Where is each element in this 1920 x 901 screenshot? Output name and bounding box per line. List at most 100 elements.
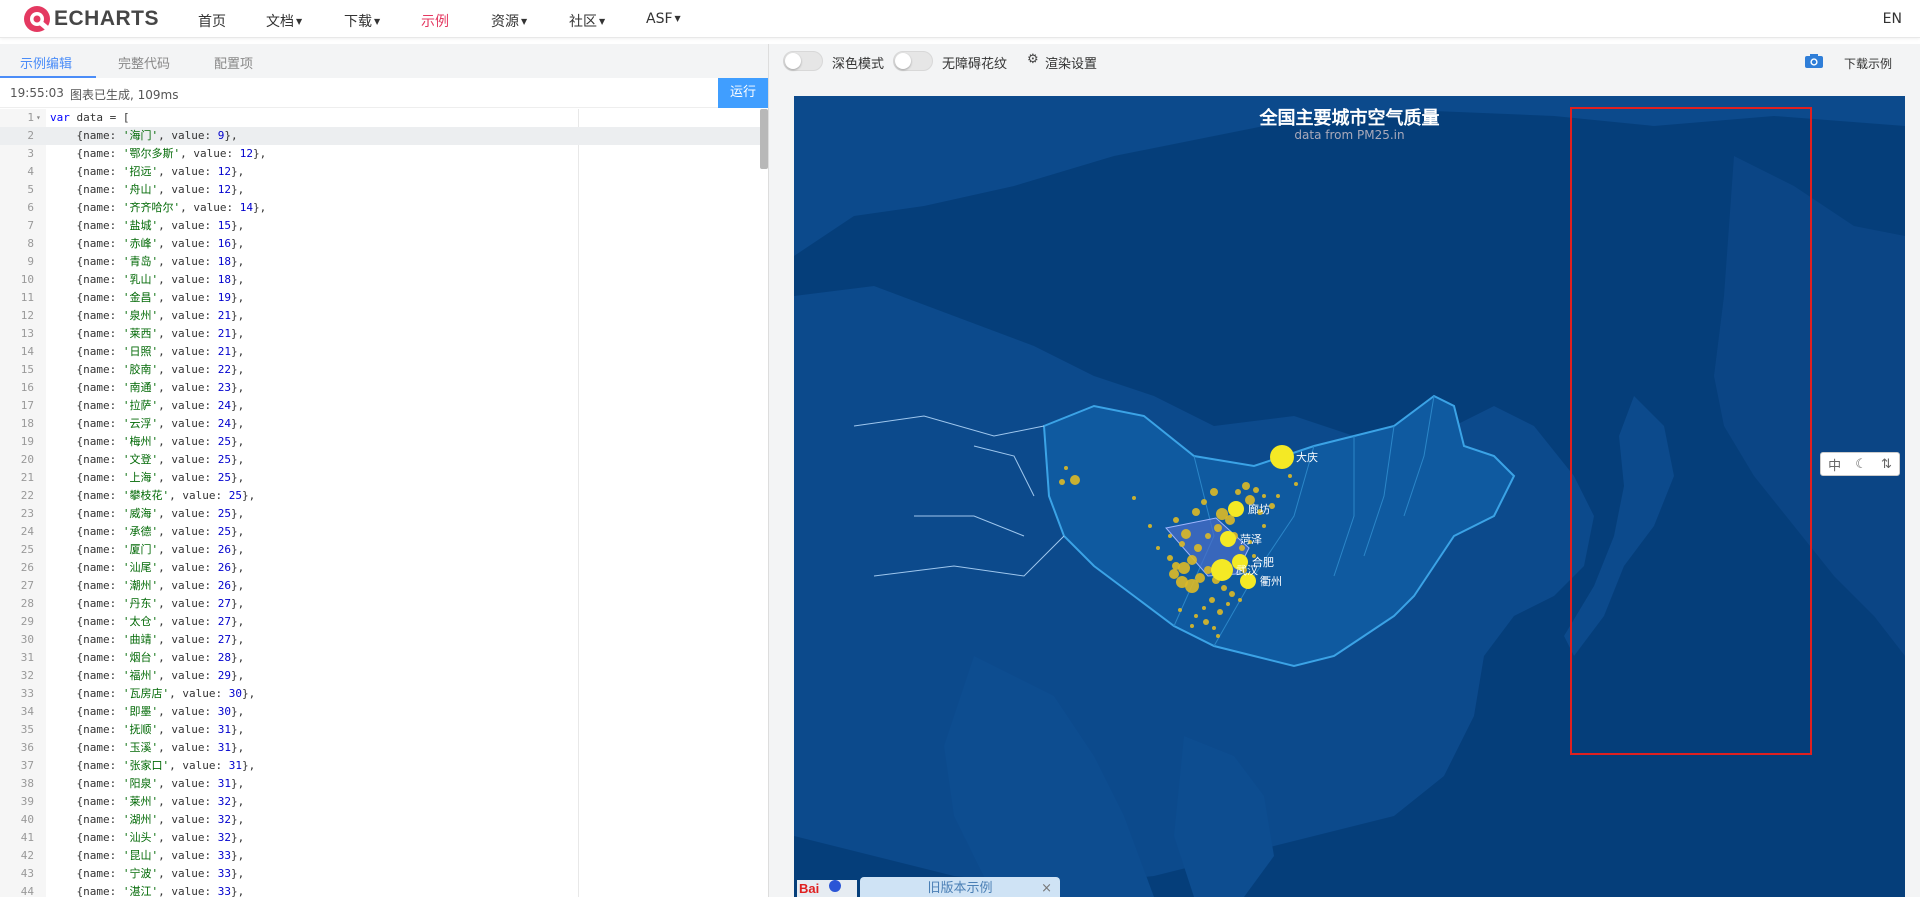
code-line[interactable]: 44 {name: '湛江', value: 33},: [0, 883, 760, 897]
fold-icon[interactable]: ▾: [36, 109, 41, 127]
scatter-point[interactable]: [1201, 499, 1207, 505]
code-line[interactable]: 25 {name: '厦门', value: 26},: [0, 541, 760, 559]
scatter-point[interactable]: [1203, 619, 1209, 625]
code-line[interactable]: 4 {name: '招远', value: 12},: [0, 163, 760, 181]
tab-options[interactable]: 配置项: [214, 53, 253, 72]
code-line[interactable]: 36 {name: '玉溪', value: 31},: [0, 739, 760, 757]
code-line[interactable]: 20 {name: '文登', value: 25},: [0, 451, 760, 469]
code-line[interactable]: 27 {name: '潮州', value: 26},: [0, 577, 760, 595]
scatter-point[interactable]: [1288, 474, 1292, 478]
code-line[interactable]: 14 {name: '日照', value: 21},: [0, 343, 760, 361]
scatter-point[interactable]: [1178, 608, 1182, 612]
scatter-point[interactable]: [1194, 614, 1198, 618]
scatter-point[interactable]: [1169, 569, 1179, 579]
code-line[interactable]: 2 {name: '海门', value: 9},: [0, 127, 760, 145]
scatter-point[interactable]: [1167, 555, 1173, 561]
scatter-point[interactable]: [1226, 602, 1230, 606]
scatter-point[interactable]: [1194, 544, 1202, 552]
language-switch[interactable]: EN: [1883, 11, 1902, 27]
code-line[interactable]: 5 {name: '舟山', value: 12},: [0, 181, 760, 199]
tab-example-edit[interactable]: 示例编辑: [20, 53, 72, 72]
code-line[interactable]: 1 ▾ var data = [: [0, 109, 760, 127]
scatter-point[interactable]: [1192, 508, 1200, 516]
scatter-point[interactable]: [1235, 489, 1241, 495]
scatter-point[interactable]: [1276, 494, 1280, 498]
code-line[interactable]: 40 {name: '湖州', value: 32},: [0, 811, 760, 829]
scatter-point[interactable]: [1148, 524, 1152, 528]
code-line[interactable]: 9 {name: '青岛', value: 18},: [0, 253, 760, 271]
code-line[interactable]: 28 {name: '丹东', value: 27},: [0, 595, 760, 613]
scatter-point[interactable]: [1216, 634, 1220, 638]
scatter-point[interactable]: [1156, 546, 1160, 550]
old-version-banner[interactable]: 旧版本示例 ×: [860, 877, 1060, 897]
code-line[interactable]: 11 {name: '金昌', value: 19},: [0, 289, 760, 307]
scatter-point[interactable]: [1294, 482, 1298, 486]
scatter-point[interactable]: [1187, 555, 1197, 565]
scatter-point[interactable]: [1221, 585, 1227, 591]
map-ctrl-city[interactable]: 中: [1828, 455, 1841, 474]
editor-scrollbar[interactable]: [760, 109, 768, 169]
map-ctrl-moon-icon[interactable]: ☾: [1855, 457, 1867, 472]
code-line[interactable]: 3 {name: '鄂尔多斯', value: 12},: [0, 145, 760, 163]
scatter-point[interactable]: [1242, 482, 1250, 490]
nav-item-1[interactable]: 文档 ▼: [266, 11, 302, 31]
dark-mode-toggle[interactable]: [783, 51, 823, 71]
nav-item-0[interactable]: 首页: [198, 11, 226, 31]
code-line[interactable]: 42 {name: '昆山', value: 33},: [0, 847, 760, 865]
scatter-point[interactable]: [1168, 534, 1172, 538]
code-line[interactable]: 31 {name: '烟台', value: 28},: [0, 649, 760, 667]
scatter-point[interactable]: [1253, 487, 1259, 493]
scatter-point[interactable]: [1205, 533, 1211, 539]
code-line[interactable]: 13 {name: '莱西', value: 21},: [0, 325, 760, 343]
code-line[interactable]: 41 {name: '汕头', value: 32},: [0, 829, 760, 847]
scatter-point[interactable]: [1059, 479, 1065, 485]
code-line[interactable]: 37 {name: '张家口', value: 31},: [0, 757, 760, 775]
scatter-point[interactable]: [1172, 562, 1180, 570]
scatter-point[interactable]: [1262, 494, 1266, 498]
map-ctrl-swap-icon[interactable]: ⇅: [1881, 457, 1892, 472]
scatter-point[interactable]: [1209, 597, 1215, 603]
nav-item-6[interactable]: ASF ▼: [646, 11, 681, 27]
run-button[interactable]: 运行: [718, 78, 768, 108]
scatter-point[interactable]: [1204, 566, 1212, 574]
scatter-point[interactable]: [1178, 562, 1190, 574]
scatter-point[interactable]: [1173, 517, 1179, 523]
code-line[interactable]: 38 {name: '阳泉', value: 31},: [0, 775, 760, 793]
code-line[interactable]: 18 {name: '云浮', value: 24},: [0, 415, 760, 433]
scatter-point[interactable]: [1262, 524, 1266, 528]
nav-item-5[interactable]: 社区 ▼: [569, 11, 605, 31]
nav-item-2[interactable]: 下载 ▼: [344, 11, 380, 31]
code-line[interactable]: 34 {name: '即墨', value: 30},: [0, 703, 760, 721]
scatter-point[interactable]: [1202, 606, 1206, 610]
code-line[interactable]: 30 {name: '曲靖', value: 27},: [0, 631, 760, 649]
code-line[interactable]: 6 {name: '齐齐哈尔', value: 14},: [0, 199, 760, 217]
tab-full-code[interactable]: 完整代码: [118, 53, 170, 72]
code-line[interactable]: 17 {name: '拉萨', value: 24},: [0, 397, 760, 415]
scatter-point[interactable]: [1195, 573, 1205, 583]
code-line[interactable]: 24 {name: '承德', value: 25},: [0, 523, 760, 541]
gear-icon[interactable]: ⚙: [1027, 52, 1039, 67]
camera-icon[interactable]: [1805, 54, 1823, 68]
echarts-logo[interactable]: ECHARTS: [22, 4, 159, 34]
scatter-point[interactable]: [1181, 529, 1191, 539]
nav-item-4[interactable]: 资源 ▼: [491, 11, 527, 31]
code-line[interactable]: 12 {name: '泉州', value: 21},: [0, 307, 760, 325]
code-line[interactable]: 7 {name: '盐城', value: 15},: [0, 217, 760, 235]
scatter-point[interactable]: [1132, 496, 1136, 500]
map-controls[interactable]: 中 ☾ ⇅: [1820, 452, 1900, 476]
nav-item-3[interactable]: 示例: [421, 11, 449, 31]
scatter-point[interactable]: [1238, 598, 1242, 602]
code-line[interactable]: 26 {name: '汕尾', value: 26},: [0, 559, 760, 577]
scatter-point[interactable]: [1179, 541, 1185, 547]
code-line[interactable]: 32 {name: '福州', value: 29},: [0, 667, 760, 685]
scatter-point[interactable]: [1064, 466, 1068, 470]
code-line[interactable]: 33 {name: '瓦房店', value: 30},: [0, 685, 760, 703]
scatter-point[interactable]: [1212, 626, 1216, 630]
close-icon[interactable]: ×: [1041, 877, 1052, 901]
scatter-point[interactable]: [1190, 624, 1194, 628]
code-line[interactable]: 10 {name: '乳山', value: 18},: [0, 271, 760, 289]
scatter-point[interactable]: [1214, 524, 1222, 532]
render-settings-button[interactable]: 渲染设置: [1045, 53, 1097, 72]
code-editor[interactable]: 1 ▾ var data = [2 {name: '海门', value: 9}, 3…: [0, 109, 768, 897]
code-line[interactable]: 43 {name: '宁波', value: 33},: [0, 865, 760, 883]
